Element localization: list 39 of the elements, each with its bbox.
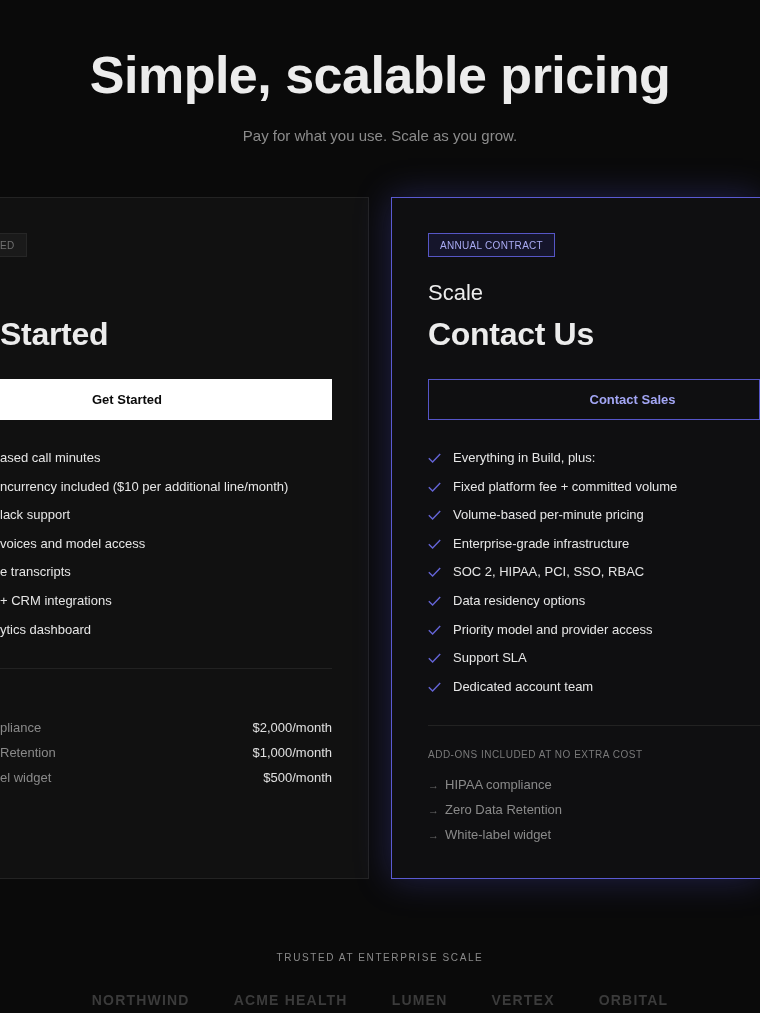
page-subtitle: Pay for what you use. Scale as you grow. (242, 126, 518, 146)
addon-name: HIPAA compliance (445, 775, 552, 794)
addon-name: el widget (0, 768, 52, 787)
feature-text: SOC 2, HIPAA, PCI, SSO, RBAC (453, 563, 645, 582)
feature-text: e transcripts (0, 563, 71, 582)
addon-name: pliance (0, 718, 42, 737)
plan-badge: ED (0, 233, 27, 257)
feature-text: Priority model and provider access (453, 620, 653, 639)
cta-button[interactable]: Contact Sales (428, 379, 760, 420)
arrow-icon: → (428, 824, 439, 845)
feature-text: ytics dashboard (0, 620, 92, 639)
addon-name: Retention (0, 743, 56, 762)
arrow-icon: → (428, 799, 439, 820)
plan-price: Contact Us (428, 315, 594, 354)
feature-text: + CRM integrations (0, 591, 112, 610)
feature-text: voices and model access (0, 534, 146, 553)
cta-button[interactable]: Get Started (0, 379, 332, 420)
plan-badge: ANNUAL CONTRACT (428, 233, 556, 257)
feature-text: Enterprise-grade infrastructure (453, 534, 630, 553)
feature-text: lack support (0, 506, 71, 525)
feature-text: Support SLA (453, 649, 527, 668)
addon-name: White-label widget (445, 825, 552, 844)
feature-text: Everything in Build, plus: (453, 449, 596, 467)
arrow-icon: → (428, 774, 439, 795)
feature-text: ased call minutes (0, 449, 101, 467)
feature-text: ncurrency included ($10 per additional line/month) (0, 477, 289, 496)
section-label: TRUSTED AT ENTERPRISE SCALE (276, 952, 484, 964)
addons-heading: ADD-ONS INCLUDED AT NO EXTRA COST (428, 747, 643, 761)
addon-price: $500/month (263, 768, 332, 787)
addon-price: $2,000/month (252, 718, 332, 737)
addon-name: Zero Data Retention (445, 800, 563, 819)
plan-name: Scale (428, 280, 484, 306)
addon-price: $1,000/month (252, 743, 332, 762)
page-title: Simple, scalable pricing (88, 45, 672, 106)
feature-text: Data residency options (453, 591, 586, 610)
feature-text: Dedicated account team (453, 677, 594, 696)
feature-text: Volume-based per-minute pricing (453, 506, 644, 525)
plan-price: Started (0, 315, 109, 354)
feature-text: Fixed platform fee + committed volume (453, 477, 678, 496)
